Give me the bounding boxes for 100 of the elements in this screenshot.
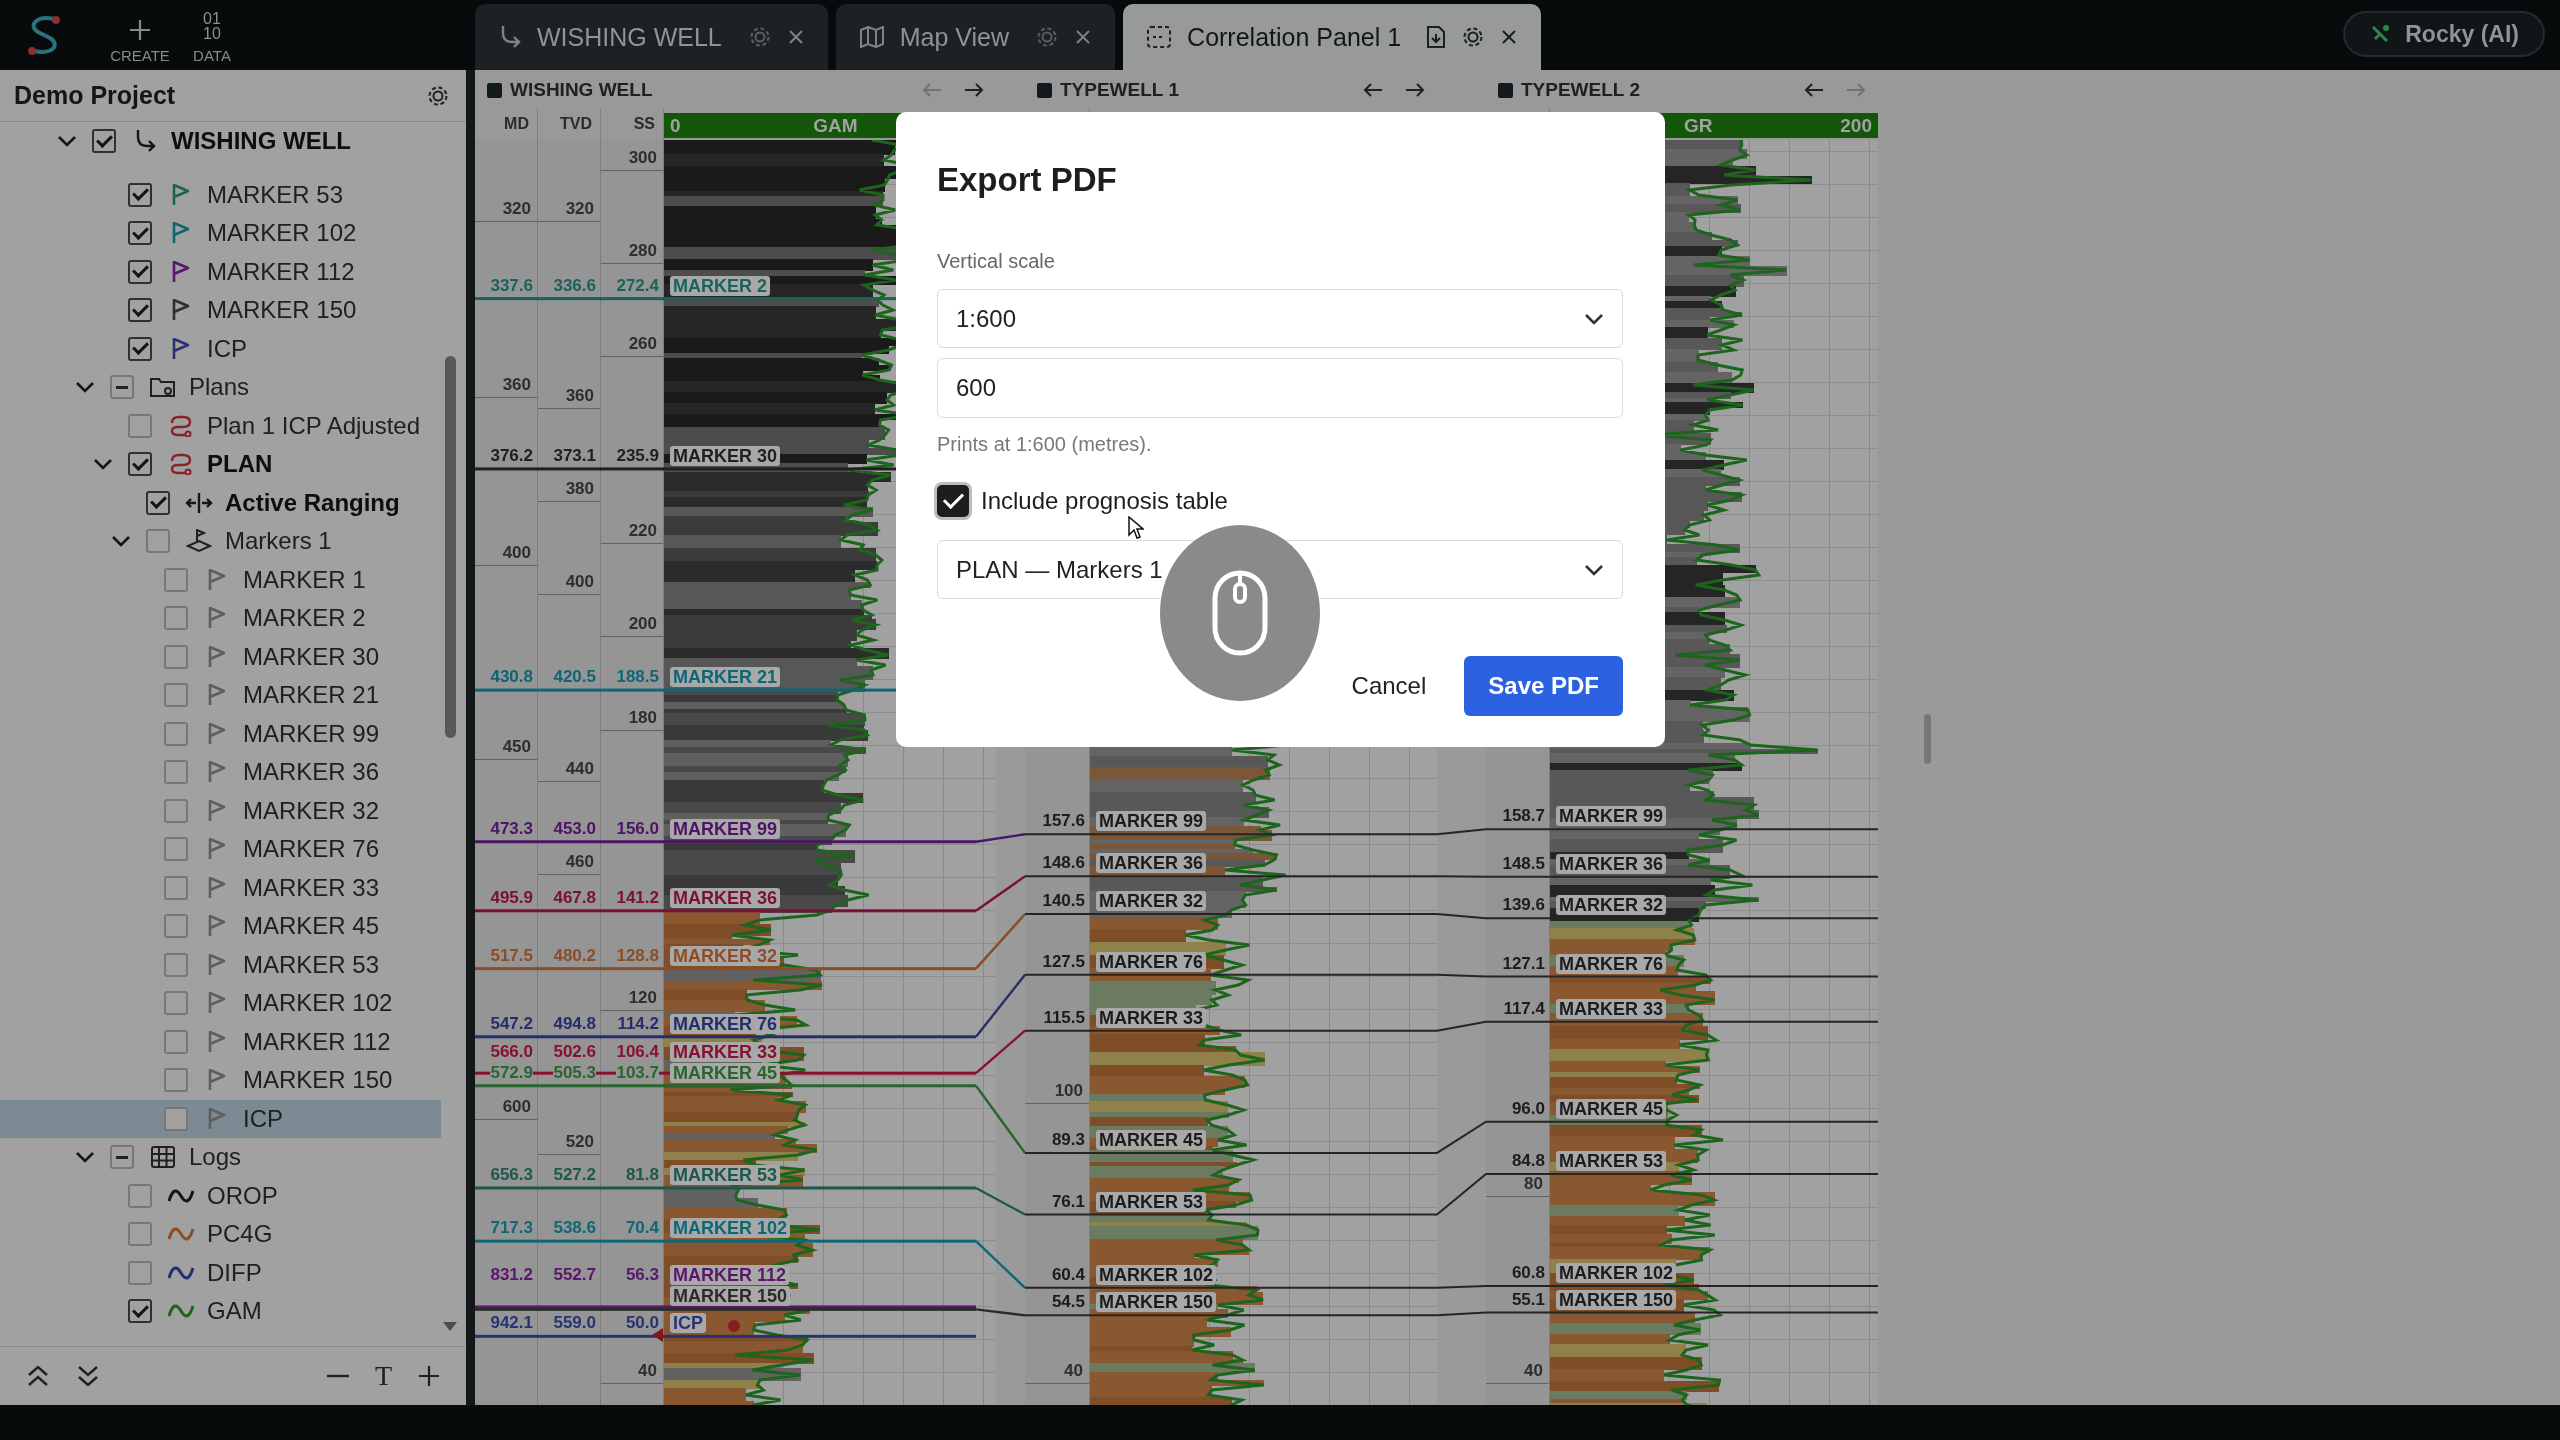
checkbox[interactable] [164,567,188,592]
checkbox[interactable] [164,1106,188,1131]
tree-item[interactable]: MARKER 112 [0,1022,441,1061]
checkbox[interactable] [146,490,170,515]
font-button[interactable]: T [374,1360,392,1392]
tree-item[interactable]: MARKER 1 [0,560,441,599]
marker-label: MARKER 99 [670,818,781,839]
tree-item[interactable]: MARKER 150 [0,1061,441,1100]
tree-item[interactable]: MARKER 99 [0,714,441,753]
forward-arrow-icon[interactable] [964,82,984,98]
tree-item[interactable]: MARKER 2 [0,599,441,638]
checkbox[interactable] [164,914,188,939]
scroll-down-icon[interactable] [443,1322,457,1331]
tab[interactable]: Map View [835,4,1116,70]
checkbox[interactable] [164,1068,188,1093]
checkbox[interactable] [164,798,188,823]
tree-item[interactable]: Plans [0,368,441,407]
tree-item[interactable]: MARKER 33 [0,868,441,907]
checkbox[interactable] [128,1299,152,1324]
checkbox[interactable] [164,644,188,669]
tree-item[interactable]: MARKER 36 [0,753,441,792]
tree-item[interactable]: MARKER 30 [0,637,441,676]
depth-tick: 360 [502,375,531,396]
tree-item[interactable]: MARKER 53 [0,945,441,984]
tree-item[interactable]: MARKER 32 [0,791,441,830]
tree-item[interactable]: Markers 1 [0,522,441,561]
plus-icon[interactable] [418,1365,440,1387]
checkbox[interactable] [128,259,152,284]
tree-item[interactable]: WISHING WELL [0,122,441,161]
back-arrow-icon[interactable] [1363,82,1383,98]
checkbox[interactable] [128,413,152,438]
close-icon[interactable] [1075,29,1092,45]
tree-item[interactable]: PC4G [0,1215,441,1254]
chevron-down-icon[interactable] [93,458,113,471]
tree-item[interactable]: Logs [0,1138,441,1177]
tree-item[interactable]: MARKER 21 [0,676,441,715]
resize-handle[interactable] [1924,714,1931,764]
tree-item[interactable]: MARKER 76 [0,830,441,869]
back-arrow-icon[interactable] [1804,82,1824,98]
checkbox[interactable] [128,221,152,246]
tree-item[interactable]: MARKER 150 [0,291,441,330]
checkbox[interactable] [164,991,188,1016]
chevron-down-icon[interactable] [75,381,95,394]
checkbox[interactable] [164,721,188,746]
tree-item[interactable]: OROP [0,1176,441,1215]
forward-arrow-icon[interactable] [1405,82,1425,98]
checkbox[interactable] [92,129,116,154]
collapse-all-icon[interactable] [26,1365,50,1387]
scale-input[interactable]: 600 [937,358,1623,418]
checkbox[interactable] [128,298,152,323]
tree-item[interactable]: ICP [0,329,441,368]
tree-item[interactable]: Plan 1 ICP Adjusted [0,406,441,445]
tree-item[interactable]: MARKER 102 [0,984,441,1023]
checkbox[interactable] [110,375,134,400]
checkbox[interactable] [128,182,152,207]
chevron-down-icon[interactable] [57,135,77,148]
tree-item[interactable]: ICP [0,1099,441,1138]
tree-item[interactable]: MARKER 53 [0,175,441,214]
checkbox[interactable] [164,760,188,785]
checkbox[interactable] [146,529,170,554]
tree-item[interactable]: Active Ranging [0,483,441,522]
close-icon[interactable] [787,29,804,45]
marker-label: MARKER 76 [1556,953,1667,974]
checkbox[interactable] [164,952,188,977]
tree-item[interactable]: PLAN [0,445,441,484]
checkbox[interactable] [128,452,152,477]
tree-item[interactable]: MARKER 102 [0,214,441,253]
tree-item[interactable]: DIFP [0,1253,441,1292]
minus-icon[interactable] [326,1374,349,1378]
tree-item[interactable]: GAM [0,1292,441,1331]
folder-icon [150,376,176,399]
scrollbar-thumb[interactable] [445,356,456,738]
checkbox[interactable] [128,1183,152,1208]
chevron-down-icon[interactable] [111,535,131,548]
checkbox[interactable] [164,875,188,900]
chevron-down-icon[interactable] [75,1151,95,1164]
checkbox[interactable] [164,606,188,631]
tab[interactable]: WISHING WELL [475,4,828,70]
checkbox[interactable] [110,1145,134,1170]
save-button[interactable]: Save PDF [1464,656,1623,716]
checkbox[interactable] [128,336,152,361]
checkbox[interactable] [164,683,188,708]
checkbox[interactable] [128,1222,152,1247]
project-title: Demo Project [14,81,176,110]
expand-all-icon[interactable] [76,1365,100,1387]
tree-item[interactable]: MARKER 112 [0,252,441,291]
cancel-button[interactable]: Cancel [1339,656,1439,716]
tree-item[interactable]: MARKER 45 [0,907,441,946]
checkbox[interactable] [128,1260,152,1285]
assistant-button[interactable]: Rocky (AI) [2343,11,2545,57]
checkbox[interactable] [937,485,969,517]
export-icon[interactable] [1427,26,1446,48]
create-button[interactable]: CREATE [104,6,176,64]
checkbox[interactable] [164,1029,188,1054]
marker-label: MARKER 150 [1096,1292,1217,1313]
checkbox[interactable] [164,837,188,862]
tab[interactable]: Correlation Panel 1 [1123,4,1542,70]
data-button[interactable]: 01 10 DATA [176,6,248,64]
scale-dropdown[interactable]: 1:600 [937,289,1623,348]
close-icon[interactable] [1501,29,1518,45]
